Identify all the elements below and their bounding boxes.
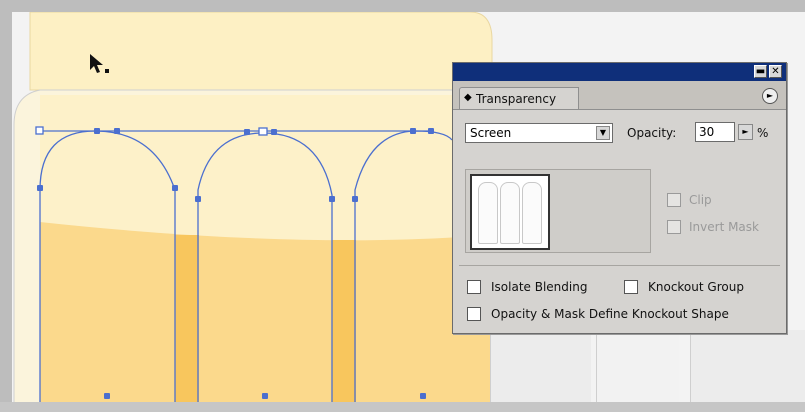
window-frame-left (0, 0, 12, 412)
anchor-point[interactable] (329, 196, 335, 202)
anchor-point[interactable] (172, 185, 178, 191)
anchor-point[interactable] (410, 128, 416, 134)
clip-label: Clip (689, 193, 712, 207)
window-frame-bottom (0, 402, 805, 412)
thumbnail-shape (478, 182, 498, 244)
tab-label: Transparency (476, 92, 557, 106)
selection-arrow-icon (90, 54, 109, 73)
tab-transparency[interactable]: ◆ Transparency (459, 87, 579, 109)
thumbnail-shape (522, 182, 542, 244)
opacity-label: Opacity: (627, 126, 677, 140)
opacity-input[interactable]: 30 (695, 122, 735, 142)
opacity-mask-knockout-label: Opacity & Mask Define Knockout Shape (491, 307, 729, 321)
mask-preview-area (465, 169, 651, 253)
knockout-group-checkbox[interactable] (624, 280, 638, 294)
anchor-point[interactable] (94, 128, 100, 134)
opacity-mask-knockout-checkbox[interactable] (467, 307, 481, 321)
anchor-point[interactable] (352, 196, 358, 202)
cup-stripe (175, 235, 199, 405)
minimize-icon[interactable]: ▬ (754, 65, 767, 78)
anchor-point[interactable] (195, 196, 201, 202)
panel-divider (459, 265, 780, 266)
invert-mask-checkbox[interactable] (667, 220, 681, 234)
anchor-point[interactable] (420, 393, 426, 399)
invert-mask-label: Invert Mask (689, 220, 759, 234)
blend-mode-select[interactable]: Screen ▼ (465, 123, 613, 143)
thumbnail-shape (500, 182, 520, 244)
clip-checkbox[interactable] (667, 193, 681, 207)
anchor-point[interactable] (244, 129, 250, 135)
artwork-thumbnail[interactable] (470, 174, 550, 250)
cup-mid-band (40, 95, 490, 241)
isolate-blending-label: Isolate Blending (491, 280, 588, 294)
anchor-point[interactable] (104, 393, 110, 399)
close-icon[interactable]: ✕ (769, 65, 782, 78)
anchor-point[interactable] (114, 128, 120, 134)
blend-mode-value: Screen (470, 126, 512, 140)
anchor-point[interactable] (271, 129, 277, 135)
transparency-panel[interactable]: ▬ ✕ ◆ Transparency ► Screen ▼ Opacity: 3… (452, 62, 787, 334)
tab-collapse-icon: ◆ (464, 92, 472, 103)
anchor-point[interactable] (428, 128, 434, 134)
anchor-point[interactable] (37, 185, 43, 191)
panel-title-bar[interactable]: ▬ ✕ (453, 63, 786, 81)
anchor-point[interactable] (262, 393, 268, 399)
cup-stripe (332, 240, 356, 405)
chevron-down-icon[interactable]: ▼ (596, 126, 610, 140)
knockout-group-label: Knockout Group (648, 280, 744, 294)
cup-fill (40, 222, 490, 405)
panel-menu-icon[interactable]: ► (762, 88, 778, 104)
percent-label: % (757, 126, 769, 140)
panel-tab-row: ◆ Transparency ► (453, 81, 786, 110)
window-frame-top (0, 0, 805, 12)
isolate-blending-checkbox[interactable] (467, 280, 481, 294)
opacity-stepper-icon[interactable]: ► (738, 124, 753, 140)
cup-top-band (29, 11, 493, 91)
